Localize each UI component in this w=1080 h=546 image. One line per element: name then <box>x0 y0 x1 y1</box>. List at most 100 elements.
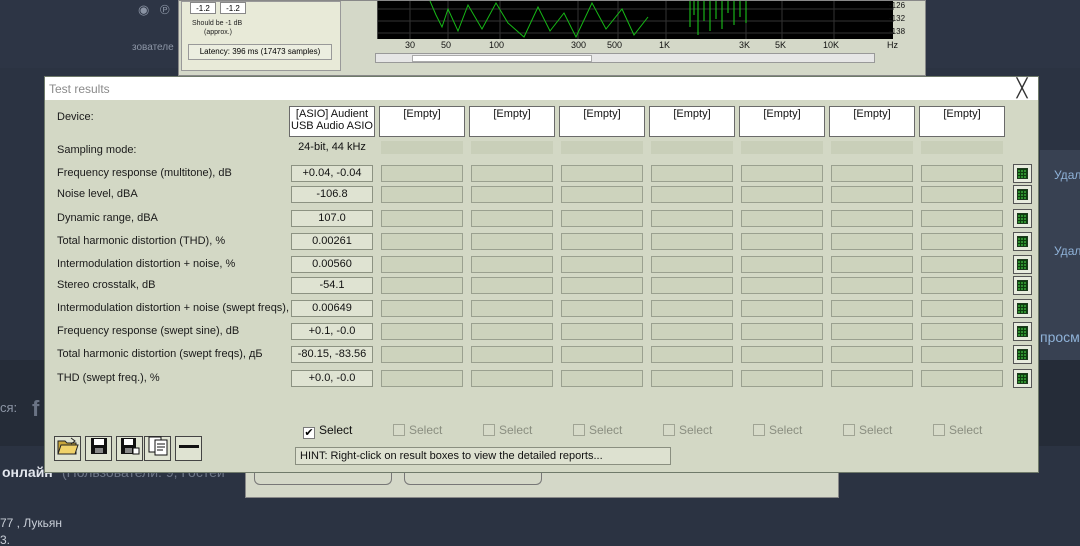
result-empty-box[interactable] <box>651 186 733 203</box>
result-empty-box[interactable] <box>651 346 733 363</box>
result-empty-box[interactable] <box>381 277 463 294</box>
checkbox-unchecked-icon[interactable] <box>483 424 495 436</box>
result-empty-box[interactable] <box>381 323 463 340</box>
device-box-empty[interactable]: [Empty] <box>739 106 825 137</box>
result-value-box[interactable]: -80.15, -83.56 <box>291 346 373 363</box>
result-empty-box[interactable] <box>561 277 643 294</box>
save-as-button[interactable] <box>116 436 143 461</box>
result-empty-box[interactable] <box>471 370 553 387</box>
select-checkbox-1[interactable]: ✔ Select <box>303 423 352 439</box>
result-empty-box[interactable] <box>921 346 1003 363</box>
result-empty-box[interactable] <box>831 370 913 387</box>
result-empty-box[interactable] <box>741 210 823 227</box>
result-empty-box[interactable] <box>921 323 1003 340</box>
result-value-box[interactable]: -106.8 <box>291 186 373 203</box>
result-empty-box[interactable] <box>921 256 1003 273</box>
result-empty-box[interactable] <box>651 370 733 387</box>
result-empty-box[interactable] <box>651 210 733 227</box>
result-empty-box[interactable] <box>471 233 553 250</box>
result-empty-box[interactable] <box>741 233 823 250</box>
graph-report-button[interactable] <box>1013 209 1032 228</box>
select-checkbox-7[interactable]: Select <box>843 423 892 437</box>
device-box-asio[interactable]: [ASIO] Audient USB Audio ASIO <box>289 106 375 137</box>
result-empty-box[interactable] <box>381 256 463 273</box>
result-empty-box[interactable] <box>651 300 733 317</box>
result-empty-box[interactable] <box>831 323 913 340</box>
result-empty-box[interactable] <box>651 323 733 340</box>
checkbox-unchecked-icon[interactable] <box>663 424 675 436</box>
result-empty-box[interactable] <box>921 165 1003 182</box>
graph-report-button[interactable] <box>1013 232 1032 251</box>
result-empty-box[interactable] <box>831 300 913 317</box>
select-checkbox-6[interactable]: Select <box>753 423 802 437</box>
graph-report-button[interactable] <box>1013 255 1032 274</box>
result-value-box[interactable]: +0.0, -0.0 <box>291 370 373 387</box>
device-box-empty[interactable]: [Empty] <box>469 106 555 137</box>
result-empty-box[interactable] <box>471 256 553 273</box>
result-empty-box[interactable] <box>651 277 733 294</box>
result-empty-box[interactable] <box>471 165 553 182</box>
device-box-empty[interactable]: [Empty] <box>379 106 465 137</box>
result-empty-box[interactable] <box>831 210 913 227</box>
close-icon[interactable]: ╳ <box>1012 78 1032 98</box>
scrollbar-thumb[interactable] <box>412 55 592 62</box>
checkbox-unchecked-icon[interactable] <box>753 424 765 436</box>
result-empty-box[interactable] <box>921 210 1003 227</box>
result-empty-box[interactable] <box>921 370 1003 387</box>
result-empty-box[interactable] <box>471 186 553 203</box>
result-empty-box[interactable] <box>471 300 553 317</box>
result-empty-box[interactable] <box>561 186 643 203</box>
result-value-box[interactable]: +0.1, -0.0 <box>291 323 373 340</box>
result-empty-box[interactable] <box>741 370 823 387</box>
title-bar[interactable]: Test results ╳ <box>45 77 1038 100</box>
result-value-box[interactable]: 0.00649 <box>291 300 373 317</box>
result-empty-box[interactable] <box>381 346 463 363</box>
graph-report-button[interactable] <box>1013 322 1032 341</box>
checkbox-unchecked-icon[interactable] <box>843 424 855 436</box>
graph-report-button[interactable] <box>1013 185 1032 204</box>
result-empty-box[interactable] <box>741 256 823 273</box>
graph-report-button[interactable] <box>1013 276 1032 295</box>
result-empty-box[interactable] <box>381 186 463 203</box>
result-empty-box[interactable] <box>471 277 553 294</box>
facebook-icon[interactable]: f <box>32 396 39 422</box>
graph-report-button[interactable] <box>1013 299 1032 318</box>
result-empty-box[interactable] <box>561 233 643 250</box>
result-empty-box[interactable] <box>831 165 913 182</box>
result-empty-box[interactable] <box>741 186 823 203</box>
result-value-box[interactable]: 107.0 <box>291 210 373 227</box>
result-empty-box[interactable] <box>561 165 643 182</box>
result-value-box[interactable]: -54.1 <box>291 277 373 294</box>
device-box-empty[interactable]: [Empty] <box>919 106 1005 137</box>
graph-scrollbar[interactable] <box>375 53 875 63</box>
result-empty-box[interactable] <box>741 346 823 363</box>
result-empty-box[interactable] <box>561 370 643 387</box>
graph-report-button[interactable] <box>1013 164 1032 183</box>
delete-link-2[interactable]: Удал <box>1054 244 1080 258</box>
delete-link-1[interactable]: Удал <box>1054 168 1080 182</box>
result-empty-box[interactable] <box>921 233 1003 250</box>
select-checkbox-5[interactable]: Select <box>663 423 712 437</box>
background-button-2[interactable] <box>404 471 542 485</box>
checkbox-checked-icon[interactable]: ✔ <box>303 427 315 439</box>
result-empty-box[interactable] <box>381 210 463 227</box>
result-empty-box[interactable] <box>831 346 913 363</box>
checkbox-unchecked-icon[interactable] <box>933 424 945 436</box>
result-empty-box[interactable] <box>561 300 643 317</box>
result-empty-box[interactable] <box>381 165 463 182</box>
copy-button[interactable] <box>144 436 171 461</box>
graph-report-button[interactable] <box>1013 345 1032 364</box>
background-button-1[interactable] <box>254 471 392 485</box>
result-empty-box[interactable] <box>921 277 1003 294</box>
result-value-box[interactable]: 0.00560 <box>291 256 373 273</box>
checkbox-unchecked-icon[interactable] <box>393 424 405 436</box>
result-empty-box[interactable] <box>651 233 733 250</box>
result-empty-box[interactable] <box>831 256 913 273</box>
save-button[interactable] <box>85 436 112 461</box>
result-empty-box[interactable] <box>831 277 913 294</box>
checkbox-unchecked-icon[interactable] <box>573 424 585 436</box>
result-empty-box[interactable] <box>381 233 463 250</box>
result-empty-box[interactable] <box>651 256 733 273</box>
device-box-empty[interactable]: [Empty] <box>649 106 735 137</box>
result-value-box[interactable]: +0.04, -0.04 <box>291 165 373 182</box>
